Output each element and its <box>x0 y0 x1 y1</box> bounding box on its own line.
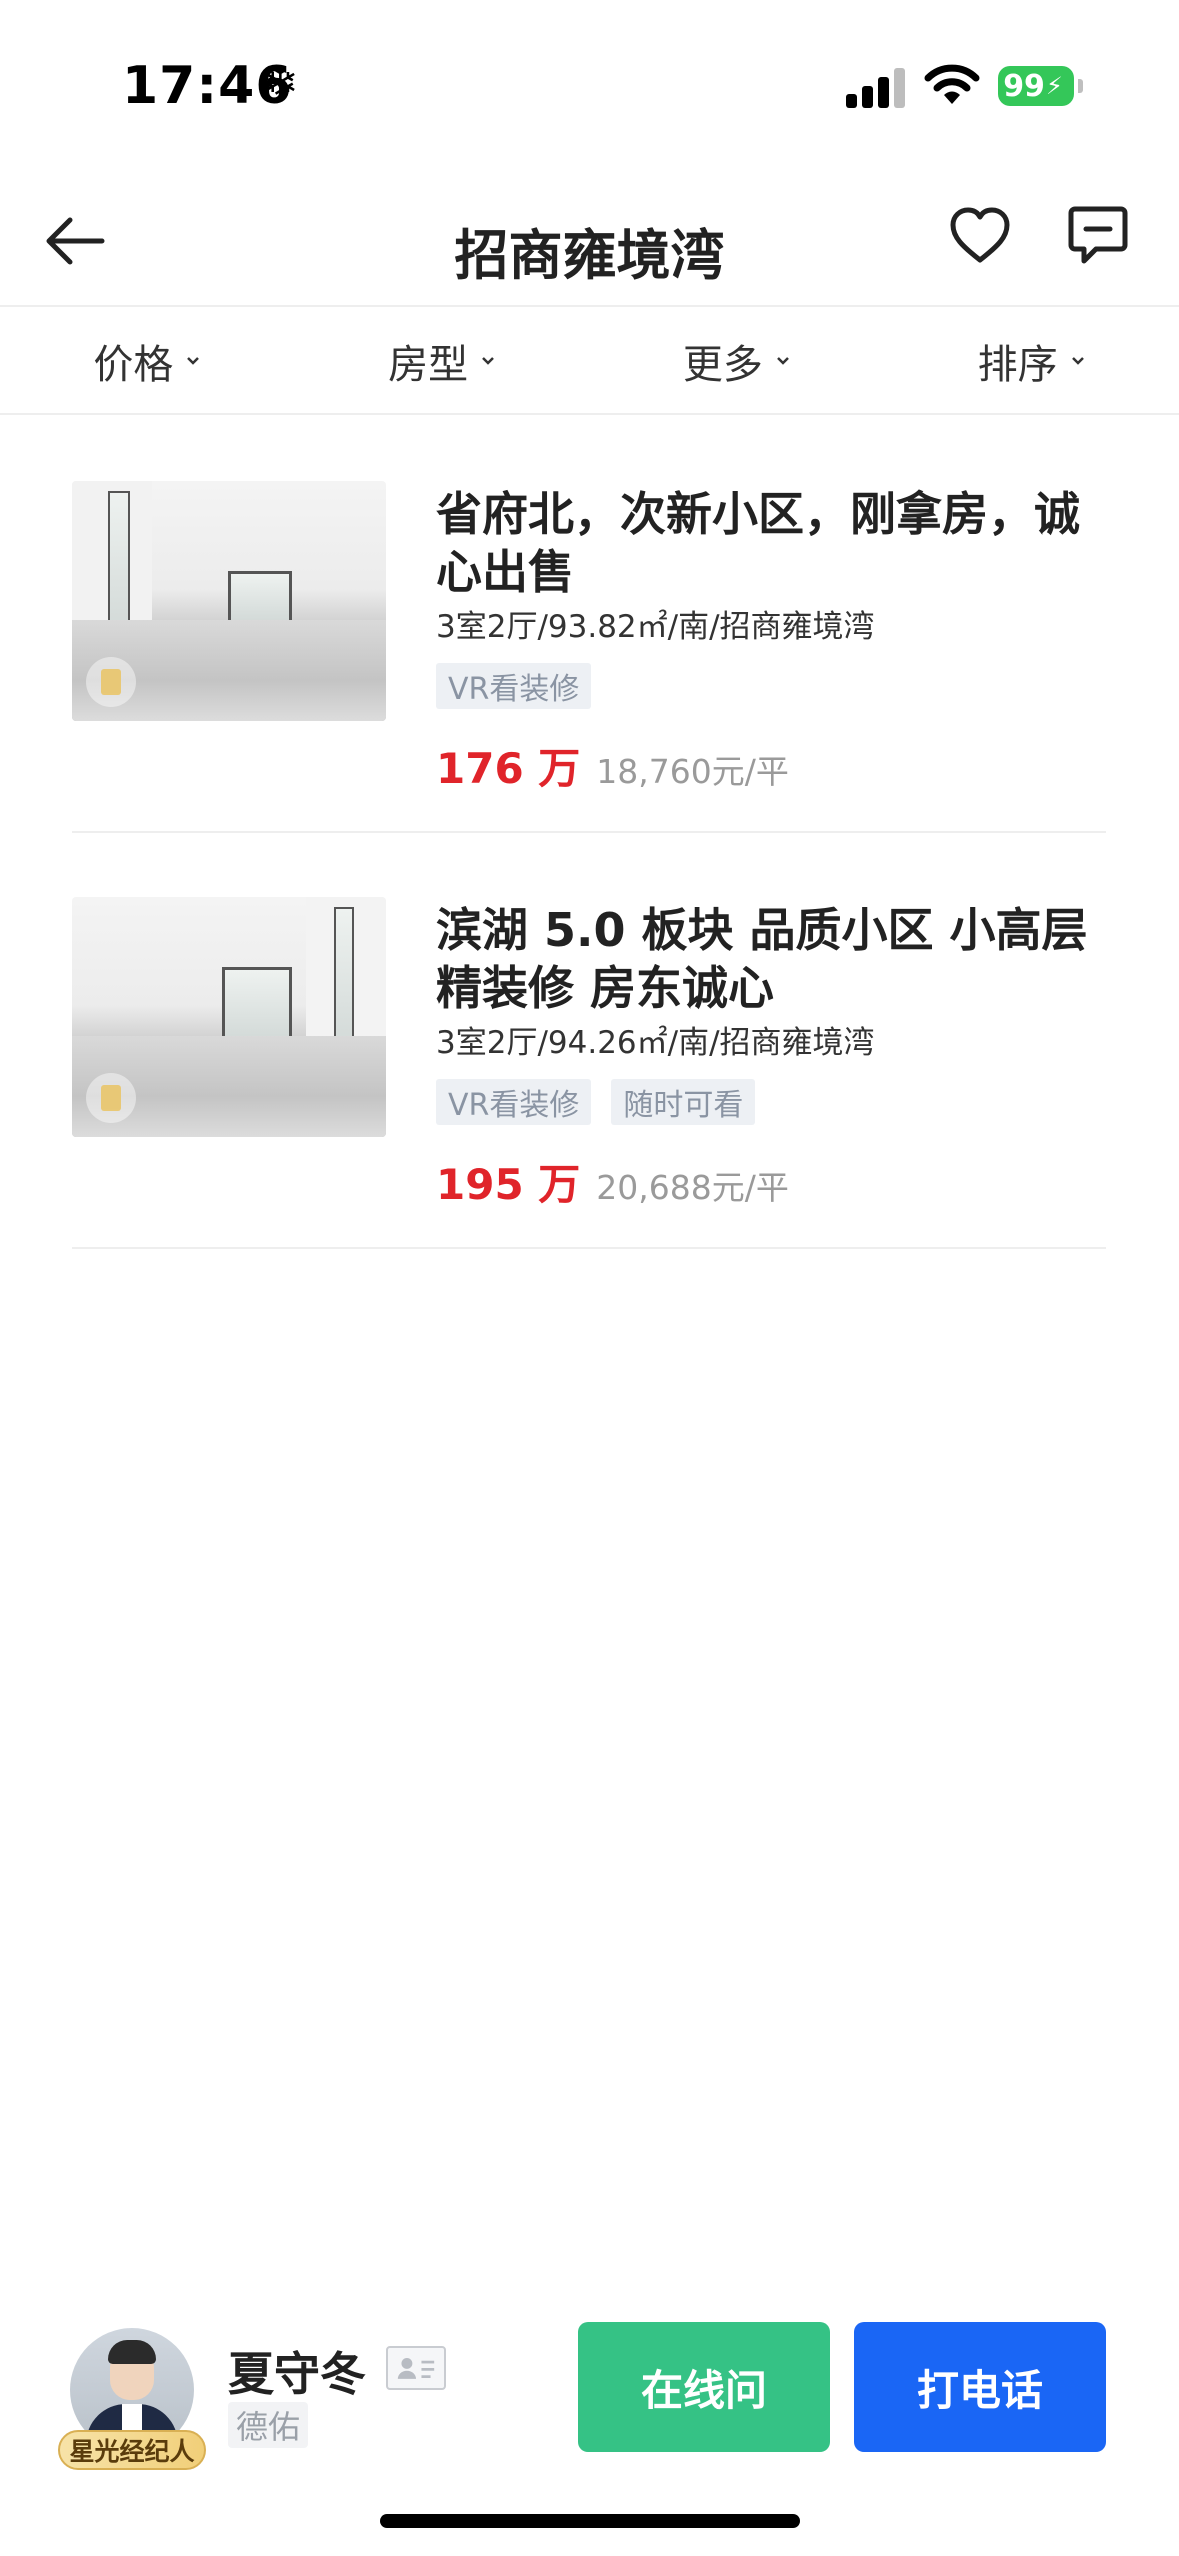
vr-icon <box>86 657 136 707</box>
wifi-icon <box>924 64 980 104</box>
agent-badge: 星光经纪人 <box>58 2430 206 2470</box>
filter-bar: 价格 房型 更多 排序 <box>0 309 1179 415</box>
battery-level: 99 <box>1003 68 1045 104</box>
filter-more[interactable]: 更多 <box>590 309 885 413</box>
tag: VR看装修 <box>436 663 592 709</box>
tag-list: VR看装修 <box>436 663 592 709</box>
cellular-signal-icon <box>846 66 906 108</box>
chevron-down-icon <box>1071 357 1084 365</box>
vr-icon <box>86 1073 136 1123</box>
filter-label: 房型 <box>388 342 469 388</box>
chevron-down-icon <box>187 357 200 365</box>
total-price: 176 万 <box>436 744 581 793</box>
unit-price: 20,688元/平 <box>596 1168 789 1207</box>
listing-title: 滨湖 5.0 板块 品质小区 小高层精装修 房东诚心 <box>436 903 1088 1015</box>
unit-price: 18,760元/平 <box>596 752 789 791</box>
home-indicator[interactable] <box>380 2514 800 2528</box>
filter-label: 更多 <box>682 342 763 388</box>
listing-info: 3室2厅/93.82㎡/南/招商雍境湾 <box>436 609 875 645</box>
charging-bolt-icon: ⚡ <box>1045 72 1063 100</box>
agent-name[interactable]: 夏守冬 <box>228 2338 366 2404</box>
battery-icon: 99 ⚡ <box>998 66 1083 106</box>
status-bar: 17:46 ❄ 99 ⚡ <box>0 0 1179 175</box>
call-button[interactable]: 打电话 <box>854 2322 1106 2452</box>
chevron-down-icon <box>482 357 495 365</box>
nav-bar: 招商雍境湾 <box>0 175 1179 307</box>
snowflake-icon: ❄ <box>262 58 299 109</box>
tag-list: VR看装修 随时可看 <box>436 1079 756 1125</box>
filter-layout[interactable]: 房型 <box>295 309 590 413</box>
tag: VR看装修 <box>436 1079 592 1125</box>
tag: 随时可看 <box>611 1079 756 1125</box>
agent-bar: 星光经纪人 夏守冬 德佑 在线问 打电话 <box>0 2300 1179 2470</box>
filter-sort[interactable]: 排序 <box>884 309 1179 413</box>
price-row: 176 万 18,760元/平 <box>436 735 789 796</box>
listing-info: 3室2厅/94.26㎡/南/招商雍境湾 <box>436 1025 875 1061</box>
chat-online-button[interactable]: 在线问 <box>578 2322 830 2452</box>
listing-card[interactable]: 省府北，次新小区，刚拿房，诚心出售 3室2厅/93.82㎡/南/招商雍境湾 VR… <box>72 417 1106 833</box>
filter-price[interactable]: 价格 <box>0 309 295 413</box>
business-card-icon[interactable] <box>386 2346 446 2390</box>
listing-card[interactable]: 滨湖 5.0 板块 品质小区 小高层精装修 房东诚心 3室2厅/94.26㎡/南… <box>72 833 1106 1249</box>
listing-photo[interactable] <box>72 897 386 1137</box>
listing-photo[interactable] <box>72 481 386 721</box>
total-price: 195 万 <box>436 1160 581 1209</box>
filter-label: 排序 <box>977 342 1058 388</box>
filter-label: 价格 <box>93 342 174 388</box>
price-row: 195 万 20,688元/平 <box>436 1151 789 1212</box>
chevron-down-icon <box>776 357 789 365</box>
message-icon[interactable] <box>1066 203 1130 267</box>
heart-favorite-icon[interactable] <box>948 205 1012 269</box>
agent-company: 德佑 <box>228 2402 309 2448</box>
listing-title: 省府北，次新小区，刚拿房，诚心出售 <box>436 487 1080 599</box>
